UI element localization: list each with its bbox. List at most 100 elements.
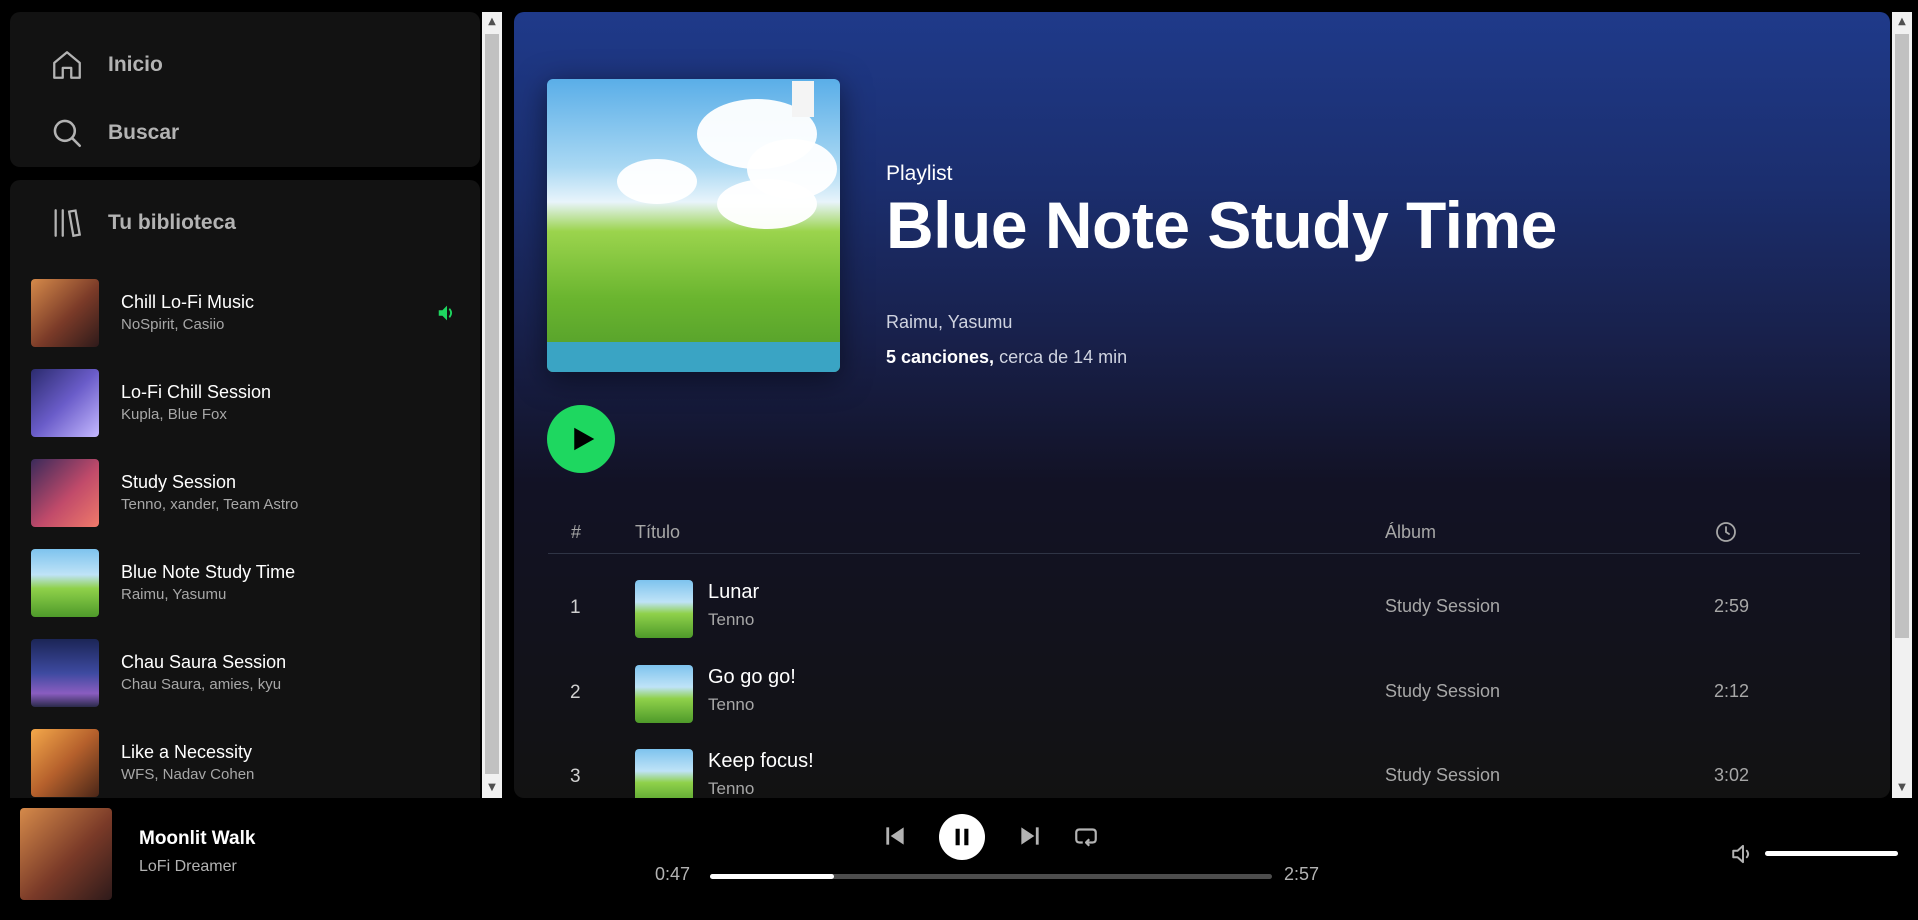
track-duration: 3:02 — [1714, 765, 1750, 785]
library-item-subtitle: WFS, Nadav Cohen — [121, 766, 255, 783]
track-album[interactable]: Study Session — [1385, 765, 1500, 786]
play-button[interactable] — [547, 405, 615, 473]
nav-home[interactable]: Inicio — [50, 48, 163, 82]
playlist-song-count: 5 canciones, — [886, 347, 995, 367]
track-duration: 2:12 — [1714, 681, 1750, 701]
track-artist[interactable]: Tenno — [708, 695, 754, 715]
main-scrollbar[interactable]: ▲ ▼ — [1892, 12, 1912, 798]
now-playing-title[interactable]: Moonlit Walk — [139, 828, 255, 850]
track-number: 2 — [570, 682, 581, 703]
nav-search[interactable]: Buscar — [50, 116, 179, 150]
play-icon — [574, 427, 595, 451]
volume-slider[interactable] — [1765, 851, 1898, 856]
library-item-subtitle: Raimu, Yasumu — [121, 586, 227, 603]
track-title[interactable]: Go go go! — [708, 666, 796, 689]
nav-panel: Inicio Buscar — [10, 12, 480, 167]
track-artist[interactable]: Tenno — [708, 610, 754, 630]
total-time: 2:57 — [1284, 864, 1320, 884]
col-number: # — [571, 522, 582, 542]
progress-bar[interactable] — [710, 874, 1272, 879]
library-item[interactable]: Like a Necessity WFS, Nadav Cohen — [10, 718, 480, 798]
library-item-cover — [31, 729, 99, 797]
track-number: 1 — [570, 597, 581, 618]
track-cover — [635, 749, 693, 798]
library-item[interactable]: Chau Saura Session Chau Saura, amies, ky… — [10, 628, 480, 718]
library-item-subtitle: Tenno, xander, Team Astro — [121, 496, 299, 513]
playlist-meta: 5 canciones, cerca de 14 min — [886, 347, 1127, 368]
nav-home-label: Inicio — [108, 53, 163, 76]
playlist-title: Blue Note Study Time — [886, 188, 1557, 262]
library-item-title: Study Session — [121, 472, 237, 492]
playlist-type: Playlist — [886, 162, 953, 185]
track-cover — [635, 580, 693, 638]
track-album[interactable]: Study Session — [1385, 596, 1500, 617]
track-album[interactable]: Study Session — [1385, 681, 1500, 702]
library-item-subtitle: NoSpirit, Casiio — [121, 316, 225, 333]
scroll-down-arrow-icon[interactable]: ▼ — [482, 778, 502, 798]
pause-button[interactable] — [939, 814, 985, 860]
previous-icon — [886, 827, 904, 845]
track-duration: 2:59 — [1714, 596, 1750, 616]
library-item-cover — [31, 459, 99, 527]
table-row[interactable]: 1 Lunar Tenno Study Session 2:59 — [548, 569, 1860, 649]
now-playing-artist[interactable]: LoFi Dreamer — [139, 858, 237, 876]
track-title[interactable]: Lunar — [708, 581, 759, 604]
library-list: Chill Lo-Fi Music NoSpirit, Casiio Lo-Fi… — [10, 268, 480, 798]
playlist-cover — [547, 79, 840, 372]
track-title[interactable]: Keep focus! — [708, 750, 814, 773]
pause-icon — [955, 828, 969, 846]
volume-fill — [1765, 851, 1898, 856]
now-playing-cover[interactable] — [20, 808, 112, 900]
repeat-icon — [1075, 828, 1097, 847]
repeat-button[interactable] — [1073, 823, 1099, 849]
next-icon — [1021, 827, 1039, 845]
library-item-title: Blue Note Study Time — [121, 562, 296, 582]
player-bar: Moonlit Walk LoFi Dreamer 0:47 2:57 — [0, 798, 1918, 920]
library-item[interactable]: Chill Lo-Fi Music NoSpirit, Casiio — [10, 268, 480, 358]
table-row[interactable]: 2 Go go go! Tenno Study Session 2:12 — [548, 654, 1860, 734]
library-header[interactable]: Tu biblioteca — [50, 206, 236, 240]
nav-search-label: Buscar — [108, 121, 180, 144]
next-button[interactable] — [1017, 823, 1043, 849]
speaker-playing-icon — [438, 305, 453, 321]
current-time: 0:47 — [655, 864, 691, 884]
library-item-subtitle: Kupla, Blue Fox — [121, 406, 227, 423]
library-item-title: Like a Necessity — [121, 742, 253, 762]
library-item-title: Chau Saura Session — [121, 652, 287, 672]
scroll-up-arrow-icon[interactable]: ▲ — [482, 12, 502, 32]
playlist-artists[interactable]: Raimu, Yasumu — [886, 312, 1012, 333]
progress-fill — [710, 874, 834, 879]
library-item-cover — [31, 549, 99, 617]
volume-icon[interactable] — [1730, 841, 1756, 867]
track-artist[interactable]: Tenno — [708, 779, 754, 798]
library-item-cover — [31, 369, 99, 437]
library-item-cover — [31, 639, 99, 707]
library-item[interactable]: Lo-Fi Chill Session Kupla, Blue Fox — [10, 358, 480, 448]
previous-button[interactable] — [882, 823, 908, 849]
track-number: 3 — [570, 766, 581, 787]
col-album: Álbum — [1385, 522, 1437, 542]
sidebar-scrollbar[interactable]: ▲ ▼ — [482, 12, 502, 798]
track-table-header: # Título Álbum — [548, 514, 1860, 554]
library-item-title: Lo-Fi Chill Session — [121, 382, 272, 402]
scroll-down-arrow-icon[interactable]: ▼ — [1892, 778, 1912, 798]
library-panel: Tu biblioteca Chill Lo-Fi Music NoSpirit… — [10, 180, 480, 798]
scroll-up-arrow-icon[interactable]: ▲ — [1892, 12, 1912, 32]
library-item-cover — [31, 279, 99, 347]
col-title: Título — [635, 522, 681, 542]
library-item[interactable]: Study Session Tenno, xander, Team Astro — [10, 448, 480, 538]
clock-icon — [1716, 522, 1736, 542]
scrollbar-thumb[interactable] — [1895, 34, 1909, 638]
main-view: Playlist Blue Note Study Time Raimu, Yas… — [514, 12, 1890, 798]
library-item-subtitle: Chau Saura, amies, kyu — [121, 676, 282, 693]
library-icon — [54, 209, 82, 238]
table-row[interactable]: 3 Keep focus! Tenno Study Session 3:02 — [548, 738, 1860, 798]
track-cover — [635, 665, 693, 723]
search-icon — [53, 119, 82, 148]
scrollbar-thumb[interactable] — [485, 34, 499, 774]
library-item-title: Chill Lo-Fi Music — [121, 292, 255, 312]
home-icon — [53, 51, 81, 79]
library-item[interactable]: Blue Note Study Time Raimu, Yasumu — [10, 538, 480, 628]
playlist-duration: cerca de 14 min — [999, 347, 1128, 367]
library-title: Tu biblioteca — [108, 211, 236, 234]
